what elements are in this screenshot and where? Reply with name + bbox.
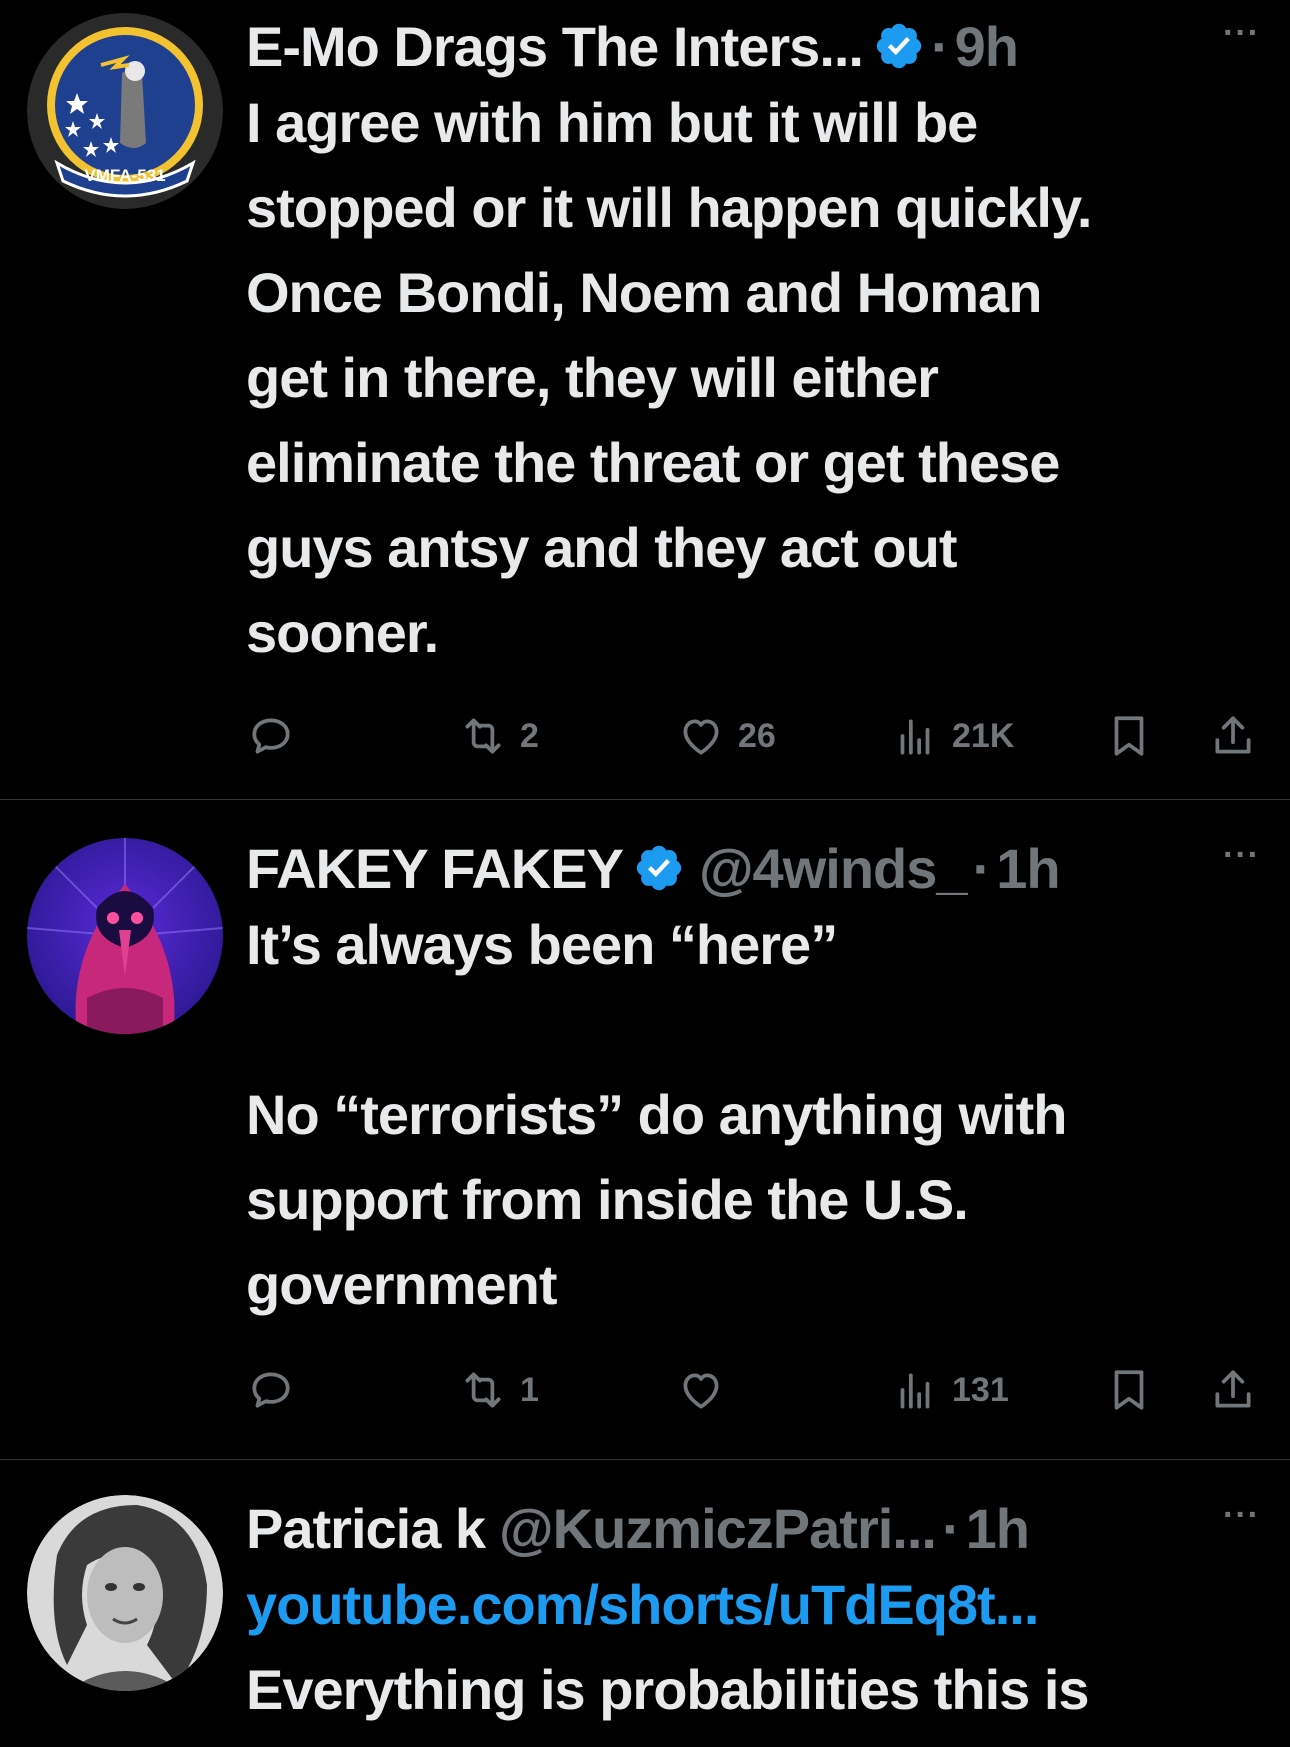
display-name[interactable]: Patricia k [246, 1496, 486, 1561]
retweet-count: 1 [520, 1370, 539, 1409]
tweet-header: FAKEY FAKEY @4winds_ · 1h ··· [246, 830, 1260, 906]
like-button[interactable] [676, 1360, 726, 1420]
text-line: sooner. [246, 601, 439, 664]
tweet[interactable]: Patricia k @KuzmiczPatri... · 1h ··· you… [0, 1460, 1290, 1747]
avatar[interactable] [27, 1495, 223, 1691]
retweet-icon [458, 711, 508, 761]
tweet-link[interactable]: youtube.com/shorts/uTdEq8t... [246, 1562, 1260, 1647]
separator: · [931, 14, 950, 78]
username[interactable]: @KuzmiczPatri... [499, 1496, 937, 1561]
profile-photo-avatar [27, 1495, 223, 1691]
action-bar: 1 131 [0, 1360, 1290, 1420]
squadron-patch-avatar: VMFA-531 [27, 13, 223, 209]
bookmark-button[interactable] [1104, 706, 1154, 766]
display-name[interactable]: E-Mo Drags The Inters... [246, 14, 864, 79]
text-line: It’s always been “here” [246, 913, 838, 976]
like-icon [676, 1365, 726, 1415]
bookmark-icon [1104, 1365, 1154, 1415]
tweet[interactable]: FAKEY FAKEY @4winds_ · 1h ··· It’s alway… [0, 800, 1290, 1460]
verified-badge-icon [873, 20, 925, 72]
tweet[interactable]: VMFA-531 E-Mo Drags The Inters... · 9h ·… [0, 0, 1290, 800]
svg-text:VMFA-531: VMFA-531 [84, 166, 165, 185]
views-button[interactable]: 131 [890, 1360, 1009, 1420]
reply-button[interactable] [246, 1360, 296, 1420]
verified-badge-icon [633, 842, 685, 894]
text-line: I agree with him but it will be [246, 91, 978, 154]
plague-doctor-avatar [27, 838, 223, 1034]
views-icon [890, 1365, 940, 1415]
timestamp[interactable]: 1h [996, 836, 1060, 901]
tweet-text: It’s always been “here” No “terrorists” … [246, 902, 1260, 1327]
text-line: guys antsy and they act out [246, 516, 958, 579]
views-count: 131 [952, 1370, 1009, 1409]
more-icon[interactable]: ··· [1223, 14, 1260, 53]
more-icon[interactable]: ··· [1223, 836, 1260, 875]
retweet-button[interactable]: 2 [458, 706, 539, 766]
like-count: 26 [738, 716, 776, 755]
reply-icon [246, 1365, 296, 1415]
views-button[interactable]: 21K [890, 706, 1014, 766]
text-line: eliminate the threat or get these [246, 431, 1060, 494]
text-line: No “terrorists” do anything with [246, 1083, 1067, 1146]
tweet-header: Patricia k @KuzmiczPatri... · 1h ··· [246, 1490, 1260, 1566]
like-icon [676, 711, 726, 761]
more-icon[interactable]: ··· [1223, 1496, 1260, 1535]
username[interactable]: @4winds_ [699, 836, 968, 901]
text-line: Once Bondi, Noem and Homan [246, 261, 1042, 324]
retweet-icon [458, 1365, 508, 1415]
retweet-button[interactable]: 1 [458, 1360, 539, 1420]
timestamp[interactable]: 1h [966, 1496, 1030, 1561]
tweet-text: I agree with him but it will be stopped … [246, 80, 1260, 675]
retweet-count: 2 [520, 716, 539, 755]
tweet-text: youtube.com/shorts/uTdEq8t... Everything… [246, 1562, 1260, 1732]
separator: · [972, 836, 992, 900]
views-count: 21K [952, 716, 1015, 755]
text-line: stopped or it will happen quickly. [246, 176, 1092, 239]
share-button[interactable] [1208, 1360, 1258, 1420]
bookmark-icon [1104, 711, 1154, 761]
text-line: government [246, 1253, 558, 1316]
share-icon [1208, 711, 1258, 761]
reply-button[interactable] [246, 706, 296, 766]
tweet-header: E-Mo Drags The Inters... · 9h ··· [246, 8, 1260, 84]
action-bar: 2 26 21K [0, 706, 1290, 766]
text-line: get in there, they will either [246, 346, 939, 409]
separator: · [941, 1496, 961, 1560]
display-name[interactable]: FAKEY FAKEY [246, 836, 624, 901]
avatar[interactable]: VMFA-531 [27, 13, 223, 209]
text-line: support from inside the U.S. [246, 1168, 969, 1231]
like-button[interactable]: 26 [676, 706, 776, 766]
reply-icon [246, 711, 296, 761]
bookmark-button[interactable] [1104, 1360, 1154, 1420]
share-button[interactable] [1208, 706, 1258, 766]
views-icon [890, 711, 940, 761]
avatar[interactable] [27, 838, 223, 1034]
text-line: Everything is probabilities this is [246, 1658, 1090, 1721]
share-icon [1208, 1365, 1258, 1415]
timestamp[interactable]: 9h [955, 14, 1019, 79]
